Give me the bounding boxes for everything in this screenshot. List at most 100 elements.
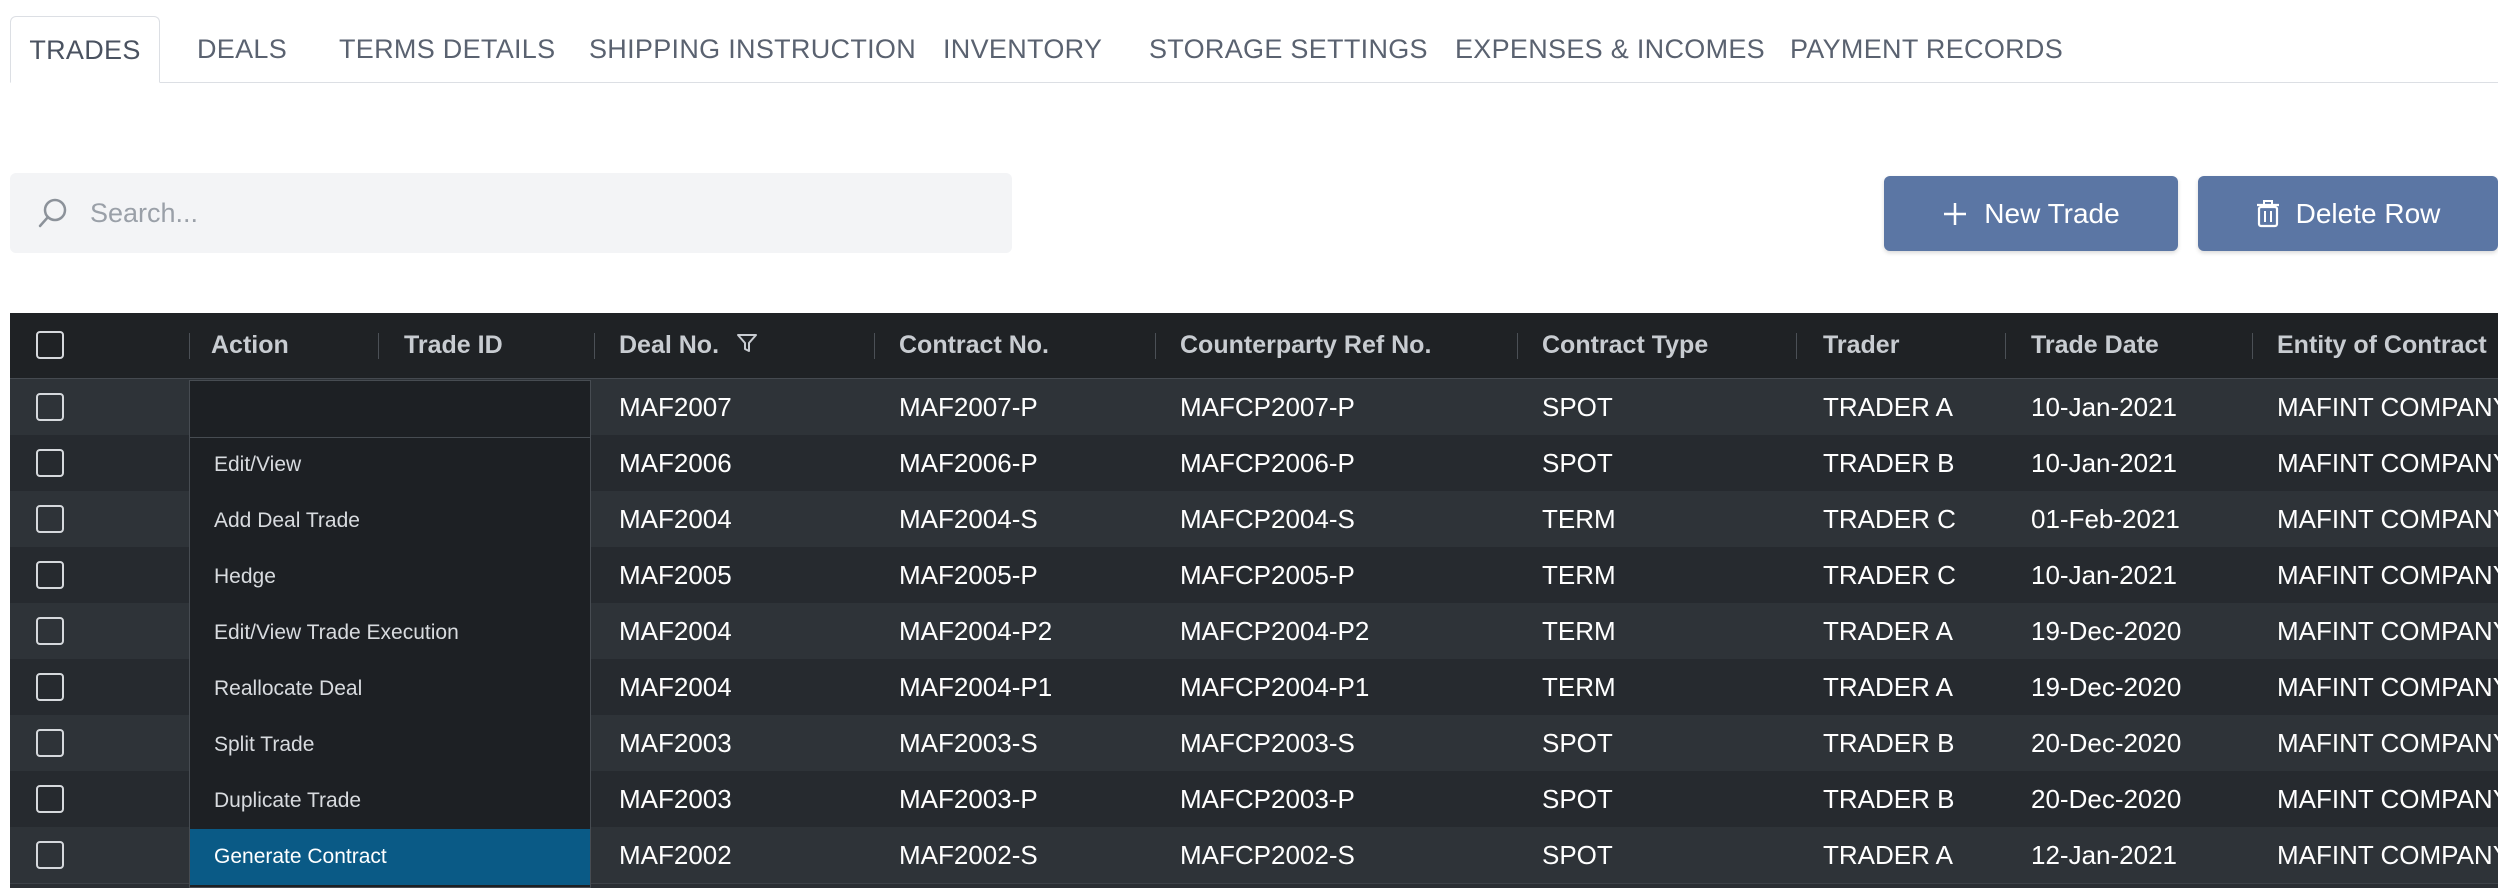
cell-deal-no: MAF2006 bbox=[619, 448, 732, 478]
header-separator bbox=[2252, 333, 2253, 359]
cell-contract-no: MAF2005-P bbox=[899, 560, 1038, 590]
header-separator bbox=[874, 333, 875, 359]
delete-row-label: Delete Row bbox=[2295, 197, 2441, 229]
header-trader[interactable]: Trader bbox=[1823, 313, 1899, 378]
cell-trader: TRADER B bbox=[1823, 728, 1955, 758]
row-checkbox[interactable] bbox=[36, 729, 64, 757]
cell-counterparty-ref-no: MAFCP2007-P bbox=[1180, 392, 1355, 422]
cell-entity-of-contract: MAFINT COMPANY bbox=[2277, 560, 2498, 590]
row-checkbox[interactable] bbox=[36, 505, 64, 533]
tab-terms-details[interactable]: TERMS DETAILS bbox=[339, 16, 555, 82]
cell-trader: TRADER C bbox=[1823, 560, 1956, 590]
grid-header: Action Trade ID Deal No. Contract No. Co… bbox=[10, 313, 2498, 379]
cell-deal-no: MAF2004 bbox=[619, 504, 732, 534]
cell-entity-of-contract: MAFINT COMPANY bbox=[2277, 616, 2498, 646]
select-all-checkbox[interactable] bbox=[36, 331, 64, 359]
cell-deal-no: MAF2004 bbox=[619, 616, 732, 646]
new-trade-label: New Trade bbox=[1984, 197, 2120, 229]
cell-counterparty-ref-no: MAFCP2003-P bbox=[1180, 784, 1355, 814]
cell-trader: TRADER A bbox=[1823, 840, 1954, 870]
header-separator bbox=[378, 333, 379, 359]
menu-item-reallocate-deal[interactable]: Reallocate Deal bbox=[190, 661, 590, 717]
tab-inventory[interactable]: INVENTORY bbox=[943, 16, 1102, 82]
row-checkbox[interactable] bbox=[36, 561, 64, 589]
cell-counterparty-ref-no: MAFCP2006-P bbox=[1180, 448, 1355, 478]
cell-entity-of-contract: MAFINT COMPANY bbox=[2277, 672, 2498, 702]
menu-item-split-trade[interactable]: Split Trade bbox=[190, 717, 590, 773]
cell-contract-no: MAF2004-P1 bbox=[899, 672, 1053, 702]
tab-deals[interactable]: DEALS bbox=[197, 16, 287, 82]
header-deal-no[interactable]: Deal No. bbox=[619, 313, 758, 378]
cell-trader: TRADER A bbox=[1823, 672, 1954, 702]
tab-shipping-instruction[interactable]: SHIPPING INSTRUCTION bbox=[589, 16, 916, 82]
action-dropdown-input[interactable] bbox=[190, 381, 590, 438]
header-action[interactable]: Action bbox=[211, 313, 289, 378]
cell-trade-date: 19-Dec-2020 bbox=[2031, 672, 2182, 702]
row-checkbox[interactable] bbox=[36, 617, 64, 645]
cell-deal-no: MAF2002 bbox=[619, 840, 732, 870]
cell-entity-of-contract: MAFINT COMPANY bbox=[2277, 840, 2498, 870]
action-dropdown-menu: Edit/View Add Deal Trade Hedge Edit/View… bbox=[189, 380, 591, 888]
menu-item-hedge[interactable]: Hedge bbox=[190, 549, 590, 605]
row-checkbox[interactable] bbox=[36, 393, 64, 421]
header-contract-type[interactable]: Contract Type bbox=[1542, 313, 1708, 378]
cell-contract-type: SPOT bbox=[1542, 784, 1613, 814]
cell-trader: TRADER B bbox=[1823, 448, 1955, 478]
tab-bar-divider bbox=[10, 82, 2498, 83]
cell-counterparty-ref-no: MAFCP2002-S bbox=[1180, 840, 1355, 870]
cell-entity-of-contract: MAFINT COMPANY bbox=[2277, 728, 2498, 758]
row-checkbox[interactable] bbox=[36, 785, 64, 813]
tab-payment-records[interactable]: PAYMENT RECORDS bbox=[1790, 16, 2063, 82]
header-trade-id[interactable]: Trade ID bbox=[404, 313, 503, 378]
cell-deal-no: MAF2004 bbox=[619, 672, 732, 702]
header-separator bbox=[2005, 333, 2006, 359]
cell-trader: TRADER B bbox=[1823, 784, 1955, 814]
cell-trade-date: 12-Jan-2021 bbox=[2031, 840, 2177, 870]
cell-contract-type: SPOT bbox=[1542, 448, 1613, 478]
menu-item-edit-view-trade-execution[interactable]: Edit/View Trade Execution bbox=[190, 605, 590, 661]
header-separator bbox=[189, 333, 190, 359]
search-input[interactable] bbox=[88, 196, 992, 230]
delete-row-button[interactable]: Delete Row bbox=[2198, 176, 2498, 251]
cell-contract-type: TERM bbox=[1542, 560, 1616, 590]
menu-item-duplicate-trade[interactable]: Duplicate Trade bbox=[190, 773, 590, 829]
new-trade-button[interactable]: New Trade bbox=[1884, 176, 2178, 251]
cell-trade-date: 20-Dec-2020 bbox=[2031, 784, 2182, 814]
tab-storage-settings[interactable]: STORAGE SETTINGS bbox=[1149, 16, 1428, 82]
cell-trader: TRADER A bbox=[1823, 392, 1954, 422]
tab-trades[interactable]: TRADES bbox=[10, 16, 160, 83]
menu-item-generate-contract[interactable]: Generate Contract bbox=[190, 829, 590, 885]
menu-item-add-deal-trade[interactable]: Add Deal Trade bbox=[190, 493, 590, 549]
tab-expenses-incomes[interactable]: EXPENSES & INCOMES bbox=[1455, 16, 1765, 82]
row-checkbox[interactable] bbox=[36, 449, 64, 477]
cell-contract-no: MAF2004-S bbox=[899, 504, 1038, 534]
cell-trade-date: 01-Feb-2021 bbox=[2031, 504, 2180, 534]
cell-contract-type: TERM bbox=[1542, 616, 1616, 646]
search-icon bbox=[36, 196, 70, 230]
filter-icon[interactable] bbox=[736, 314, 758, 379]
header-trade-date[interactable]: Trade Date bbox=[2031, 313, 2159, 378]
row-checkbox[interactable] bbox=[36, 841, 64, 869]
cell-contract-no: MAF2004-P2 bbox=[899, 616, 1053, 646]
cell-counterparty-ref-no: MAFCP2003-S bbox=[1180, 728, 1355, 758]
header-separator bbox=[594, 333, 595, 359]
cell-counterparty-ref-no: MAFCP2004-P1 bbox=[1180, 672, 1370, 702]
cell-contract-type: TERM bbox=[1542, 504, 1616, 534]
header-entity-of-contract[interactable]: Entity of Contract bbox=[2277, 313, 2487, 378]
cell-deal-no: MAF2003 bbox=[619, 784, 732, 814]
row-checkbox[interactable] bbox=[36, 673, 64, 701]
cell-deal-no: MAF2007 bbox=[619, 392, 732, 422]
header-counterparty-ref-no[interactable]: Counterparty Ref No. bbox=[1180, 313, 1431, 378]
header-contract-no[interactable]: Contract No. bbox=[899, 313, 1049, 378]
cell-contract-type: TERM bbox=[1542, 672, 1616, 702]
trash-icon bbox=[2256, 199, 2280, 228]
header-separator bbox=[1517, 333, 1518, 359]
cell-contract-no: MAF2007-P bbox=[899, 392, 1038, 422]
header-separator bbox=[1155, 333, 1156, 359]
cell-entity-of-contract: MAFINT COMPANY bbox=[2277, 504, 2498, 534]
cell-trader: TRADER A bbox=[1823, 616, 1954, 646]
cell-entity-of-contract: MAFINT COMPANY bbox=[2277, 392, 2498, 422]
cell-contract-type: SPOT bbox=[1542, 728, 1613, 758]
menu-item-edit-view[interactable]: Edit/View bbox=[190, 437, 590, 493]
cell-counterparty-ref-no: MAFCP2004-S bbox=[1180, 504, 1355, 534]
